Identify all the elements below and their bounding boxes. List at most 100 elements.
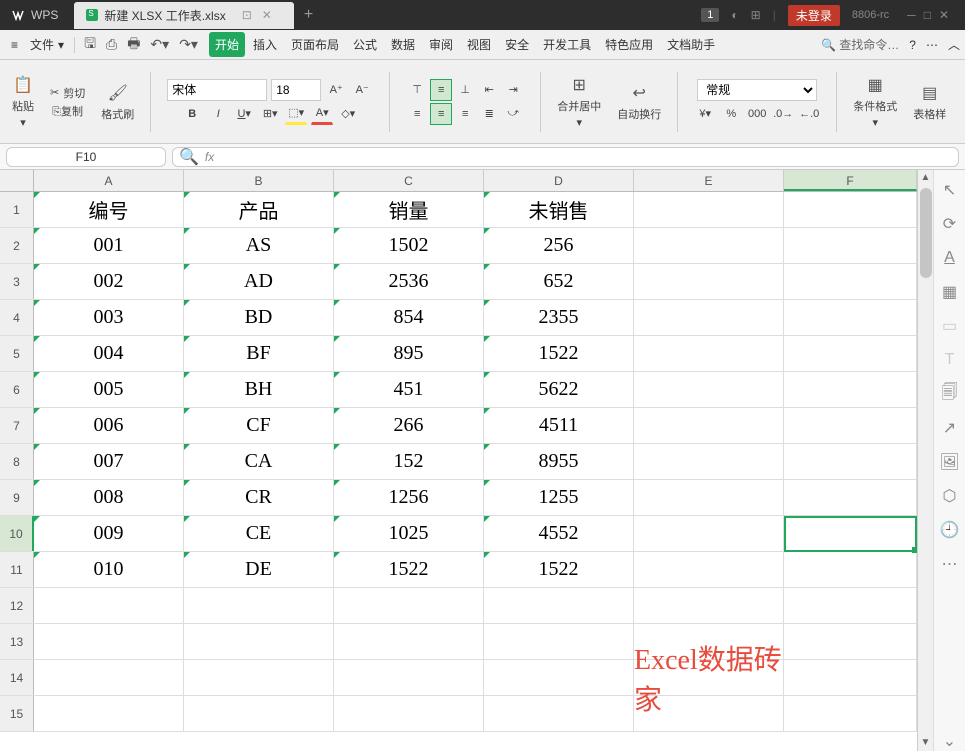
cell[interactable]: BH — [184, 372, 334, 407]
cell[interactable] — [634, 480, 784, 515]
row-header[interactable]: 14 — [0, 660, 34, 695]
cell[interactable] — [334, 660, 484, 695]
row-header[interactable]: 11 — [0, 552, 34, 587]
align-bottom[interactable]: ⊥ — [454, 79, 476, 101]
text-icon[interactable]: T — [940, 350, 960, 370]
wrap-text-button[interactable]: ↩ 自动换行 — [613, 78, 665, 126]
format-painter-button[interactable]: 🖌 格式刷 — [97, 78, 138, 126]
tab-apps[interactable]: 特色应用 — [599, 32, 659, 57]
cell[interactable]: CA — [184, 444, 334, 479]
backup-icon[interactable]: 🗐 — [940, 384, 960, 404]
cell[interactable]: 1255 — [484, 480, 634, 515]
cell[interactable] — [34, 696, 184, 731]
cell[interactable] — [784, 480, 917, 515]
cell[interactable] — [334, 696, 484, 731]
col-header-D[interactable]: D — [484, 170, 634, 191]
cell[interactable] — [334, 588, 484, 623]
cell[interactable]: 152 — [334, 444, 484, 479]
image-icon[interactable]: 🖼 — [940, 452, 960, 472]
row-header[interactable]: 3 — [0, 264, 34, 299]
italic-button[interactable]: I — [207, 103, 229, 125]
cell[interactable]: CR — [184, 480, 334, 515]
notif-badge[interactable]: 1 — [701, 8, 719, 22]
col-header-B[interactable]: B — [184, 170, 334, 191]
cell[interactable]: 006 — [34, 408, 184, 443]
cell[interactable] — [784, 300, 917, 335]
cell[interactable] — [784, 192, 917, 227]
row-header[interactable]: 12 — [0, 588, 34, 623]
cell[interactable] — [784, 264, 917, 299]
spreadsheet-grid[interactable]: A B C D E F 1 编号 产品 销量 未销售 2001AS1502256… — [0, 170, 917, 751]
cell[interactable] — [784, 588, 917, 623]
row-header[interactable]: 5 — [0, 336, 34, 371]
cell[interactable] — [784, 552, 917, 587]
cell[interactable]: 产品 — [184, 192, 334, 227]
cell[interactable] — [784, 228, 917, 263]
document-tab[interactable]: 新建 XLSX 工作表.xlsx ⊡ ✕ — [74, 2, 293, 29]
cell[interactable]: 1502 — [334, 228, 484, 263]
window-maximize[interactable]: □ — [924, 8, 931, 22]
cell[interactable] — [634, 264, 784, 299]
cell[interactable]: BF — [184, 336, 334, 371]
indent-decrease[interactable]: ⇤ — [478, 79, 500, 101]
cell[interactable]: 4511 — [484, 408, 634, 443]
decrease-font-icon[interactable]: A⁻ — [351, 79, 373, 101]
align-top[interactable]: ⊤ — [406, 79, 428, 101]
cell[interactable]: 003 — [34, 300, 184, 335]
font-color-button[interactable]: A▾ — [311, 103, 333, 125]
cell[interactable]: 4552 — [484, 516, 634, 551]
row-header[interactable]: 15 — [0, 696, 34, 731]
conditional-format-button[interactable]: ▦ 条件格式▾ — [849, 70, 901, 133]
cell[interactable]: 销量 — [334, 192, 484, 227]
percent-button[interactable]: % — [720, 103, 742, 125]
cell[interactable]: 266 — [334, 408, 484, 443]
align-center[interactable]: ≡ — [430, 103, 452, 125]
scroll-down-icon[interactable]: ▼ — [918, 735, 933, 751]
template-icon[interactable]: ▭ — [940, 316, 960, 336]
cell[interactable]: 1256 — [334, 480, 484, 515]
cell[interactable] — [784, 660, 917, 695]
cell[interactable]: BD — [184, 300, 334, 335]
hamburger-menu[interactable]: ≡ — [5, 38, 24, 52]
col-header-C[interactable]: C — [334, 170, 484, 191]
number-format-combo[interactable]: 常规 — [697, 79, 817, 101]
history-icon[interactable]: 🕘 — [940, 520, 960, 540]
cell[interactable] — [484, 588, 634, 623]
cell[interactable] — [184, 588, 334, 623]
cell[interactable] — [634, 552, 784, 587]
cell[interactable]: 008 — [34, 480, 184, 515]
formula-bar[interactable]: 🔍 fx — [172, 147, 959, 167]
cell[interactable] — [634, 336, 784, 371]
align-right[interactable]: ≡ — [454, 103, 476, 125]
cell[interactable]: 451 — [334, 372, 484, 407]
cell[interactable]: 652 — [484, 264, 634, 299]
cell[interactable] — [334, 624, 484, 659]
cell[interactable] — [634, 516, 784, 551]
underline-button[interactable]: U▾ — [233, 103, 255, 125]
save-icon[interactable]: 🖫 — [79, 33, 101, 57]
cell[interactable]: DE — [184, 552, 334, 587]
col-header-F[interactable]: F — [784, 170, 917, 191]
tab-sync-icon[interactable]: ⊡ — [242, 8, 252, 22]
redo-icon[interactable]: ↷▾ — [174, 36, 203, 53]
cell[interactable]: 004 — [34, 336, 184, 371]
clear-format-button[interactable]: ◇▾ — [337, 103, 359, 125]
cell[interactable]: 未销售 — [484, 192, 634, 227]
tab-start[interactable]: 开始 — [209, 32, 245, 57]
print-preview-icon[interactable]: ⎙ — [101, 36, 122, 53]
indent-increase[interactable]: ⇥ — [502, 79, 524, 101]
row-header[interactable]: 2 — [0, 228, 34, 263]
thousands-button[interactable]: 000 — [746, 103, 768, 125]
cell[interactable] — [634, 408, 784, 443]
window-minimize[interactable]: ─ — [907, 8, 916, 22]
tab-formula[interactable]: 公式 — [347, 32, 383, 57]
cell[interactable] — [784, 408, 917, 443]
cell[interactable]: AD — [184, 264, 334, 299]
tab-close-icon[interactable]: ✕ — [262, 8, 272, 22]
fx-icon[interactable]: fx — [205, 150, 214, 164]
cell[interactable] — [784, 444, 917, 479]
cell[interactable] — [634, 192, 784, 227]
scroll-thumb[interactable] — [920, 188, 932, 278]
cell[interactable] — [634, 372, 784, 407]
cell[interactable] — [484, 660, 634, 695]
